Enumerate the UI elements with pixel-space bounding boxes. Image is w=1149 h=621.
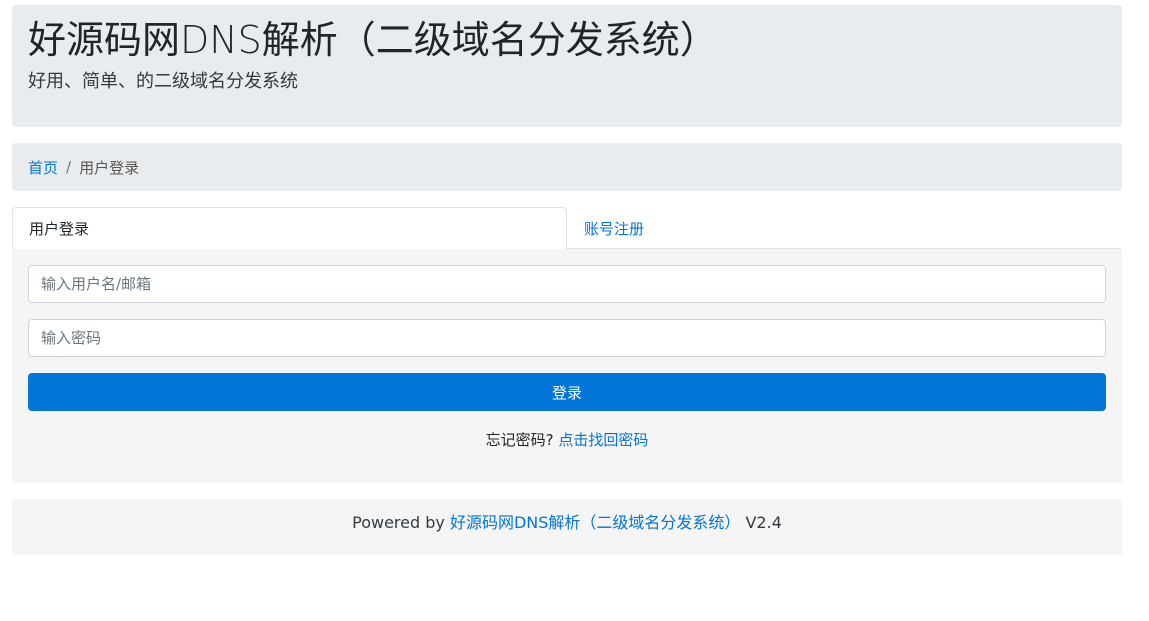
site-title: 好源码网DNS解析（二级域名分发系统）	[28, 18, 718, 62]
login-button[interactable]: 登录	[28, 373, 1106, 411]
password-input[interactable]	[28, 319, 1106, 357]
tab-register[interactable]: 账号注册	[567, 207, 767, 249]
footer-site-link[interactable]: 好源码网DNS解析（二级域名分发系统）	[450, 513, 740, 532]
site-subtitle: 好用、简单、的二级域名分发系统	[28, 71, 298, 92]
login-panel: 登录 忘记密码? 点击找回密码	[12, 249, 1122, 483]
breadcrumb-home-link[interactable]: 首页	[28, 157, 58, 178]
footer-version: V2.4	[745, 513, 782, 532]
tab-login[interactable]: 用户登录	[12, 207, 567, 250]
username-input[interactable]	[28, 265, 1106, 303]
breadcrumb: 首页 / 用户登录	[12, 143, 1122, 191]
footer: Powered by 好源码网DNS解析（二级域名分发系统） V2.4	[12, 499, 1122, 555]
forgot-password-link[interactable]: 点击找回密码	[558, 431, 648, 449]
footer-prefix: Powered by	[352, 513, 445, 532]
breadcrumb-current: 用户登录	[79, 158, 140, 177]
forgot-password-text: 忘记密码?	[485, 431, 554, 449]
auth-tabs: 用户登录 账号注册	[12, 207, 1122, 250]
forgot-password-row: 忘记密码? 点击找回密码	[12, 429, 1122, 450]
breadcrumb-separator: /	[66, 158, 72, 176]
site-header: 好源码网DNS解析（二级域名分发系统） 好用、简单、的二级域名分发系统	[12, 5, 1122, 127]
